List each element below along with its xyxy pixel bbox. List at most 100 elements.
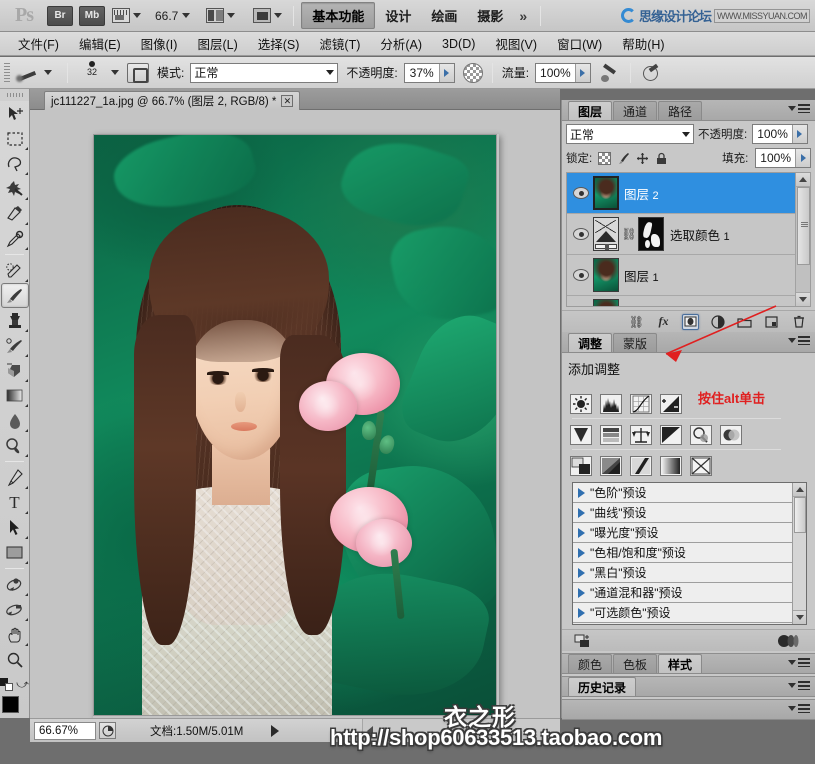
foreground-color-swatch[interactable] [1,696,19,713]
workspace-more-button[interactable]: » [513,8,533,24]
menu-file[interactable]: 文件(F) [8,32,69,55]
3d-orbit-tool[interactable] [1,597,29,622]
document-image[interactable] [93,134,497,716]
list-item[interactable]: "黑白"预设 [573,563,806,583]
levels-icon[interactable] [600,394,622,414]
layers-panel-menu-button[interactable] [788,104,810,113]
layer-mask-thumbnail[interactable] [638,217,664,251]
brush-panel-icon[interactable] [127,62,149,83]
list-item[interactable]: "可选颜色"预设 [573,603,806,623]
shape-tool[interactable] [1,540,29,565]
screen-mode-button[interactable] [251,5,284,27]
list-item[interactable]: "曲线"预设 [573,503,806,523]
workspace-tab-photography[interactable]: 摄影 [467,3,513,28]
zoom-input[interactable]: 66.67% [34,721,96,740]
close-icon[interactable]: ✕ [281,95,294,107]
flow-stepper[interactable] [574,63,590,82]
brush-preset-icon[interactable] [16,63,40,83]
photo-filter-icon[interactable] [690,425,712,445]
scroll-down-button[interactable] [793,610,806,624]
lock-image-pixels-icon[interactable] [617,152,630,165]
layer-style-icon[interactable]: fx [655,314,672,330]
new-layer-icon[interactable] [763,314,780,330]
color-panel-menu-button[interactable] [788,658,810,667]
workspace-tab-painting[interactable]: 绘画 [421,3,467,28]
adjustment-presets-list[interactable]: "色阶"预设 "曲线"预设 "曝光度"预设 "色相/饱和度"预设 "黑白"预设 … [572,482,807,625]
tab-channels[interactable]: 通道 [613,101,658,120]
layer-list-scrollbar[interactable] [795,173,810,306]
swap-colors-icon[interactable]: ⤻ [16,677,29,692]
workspace-tab-essentials[interactable]: 基本功能 [301,2,376,29]
opacity-input[interactable]: 37% [403,62,455,83]
tab-layers[interactable]: 图层 [568,101,613,120]
history-brush-tool[interactable] [1,333,29,358]
menu-3d[interactable]: 3D(D) [432,35,485,53]
layer-thumbnail[interactable] [593,299,619,306]
arrange-documents-button[interactable] [204,5,237,27]
quick-selection-tool[interactable] [1,176,29,201]
layer-opacity-input[interactable]: 100% [752,124,808,144]
menu-image[interactable]: 图像(I) [131,32,188,55]
type-tool[interactable]: T [1,490,29,515]
presets-scrollbar[interactable] [792,483,806,624]
lock-all-icon[interactable] [655,152,668,165]
workspace-tab-design[interactable]: 设计 [375,3,421,28]
toggle-layer-visibility-icon[interactable] [777,634,803,648]
layer-fill-input[interactable]: 100% [755,148,811,168]
spot-healing-brush-tool[interactable] [1,258,29,283]
add-layer-mask-icon[interactable] [682,313,699,330]
menu-analysis[interactable]: 分析(A) [370,32,432,55]
opacity-stepper[interactable] [438,63,454,82]
layer-visibility-toggle[interactable] [569,269,593,281]
layer-opacity-stepper[interactable] [791,125,807,143]
default-colors-icon[interactable] [0,678,13,691]
scroll-up-button[interactable] [796,173,810,187]
scrollbar-thumb[interactable] [797,187,810,265]
posterize-icon[interactable] [600,456,622,476]
black-white-icon[interactable] [660,425,682,445]
invert-icon[interactable] [570,456,592,476]
scrollbar-th444umb[interactable] [794,497,806,533]
scroll-down-button[interactable] [796,292,810,306]
vibrance-icon[interactable] [570,425,592,445]
lasso-tool[interactable] [1,151,29,176]
layer-fill-stepper[interactable] [795,149,810,167]
chevron-down-icon[interactable] [111,70,119,75]
eyedropper-tool[interactable] [1,226,29,251]
layer-blend-mode-select[interactable]: 正常 [566,124,694,144]
menu-edit[interactable]: 编辑(E) [69,32,131,55]
curves-icon[interactable] [630,394,652,414]
3d-rotate-tool[interactable] [1,572,29,597]
list-item[interactable]: "色阶"预设 [573,483,806,503]
layer-name[interactable]: 背景 [624,307,649,308]
tab-paths[interactable]: 路径 [658,101,703,120]
link-mask-icon[interactable]: ⛓ [621,224,636,244]
history-panel-menu-button[interactable] [788,681,810,690]
tablet-pressure-opacity-icon[interactable] [462,62,483,83]
menu-window[interactable]: 窗口(W) [547,32,612,55]
lock-transparent-pixels-icon[interactable] [598,151,612,165]
layer-thumbnail[interactable] [593,176,619,210]
blend-mode-select[interactable]: 正常 [190,62,339,83]
bridge-button[interactable]: Br [47,5,73,26]
blur-tool[interactable] [1,408,29,433]
eraser-tool[interactable] [1,358,29,383]
table-row[interactable]: 图层 1 [567,255,810,296]
flow-input[interactable]: 100% [535,62,591,83]
delete-layer-icon[interactable] [790,314,807,330]
gradient-map-icon[interactable] [660,456,682,476]
airbrush-icon[interactable] [599,63,621,83]
layer-name[interactable]: 选取颜色 1 [670,225,730,244]
tab-swatches[interactable]: 色板 [613,654,658,673]
brush-tool[interactable] [0,283,29,308]
tab-styles[interactable]: 样式 [658,654,703,673]
chevron-down-icon[interactable] [44,70,52,75]
scroll-up-button[interactable] [793,483,806,497]
document-tab[interactable]: jc111227_1a.jpg @ 66.7% (图层 2, RGB/8) * … [44,91,301,110]
zoom-tool[interactable] [1,647,29,672]
layer-thumbnail[interactable] [593,258,619,292]
horizontal-scrollbar[interactable] [362,719,560,743]
tools-panel-grip[interactable] [0,89,29,101]
table-row[interactable]: 图层 2 [567,173,810,214]
menu-view[interactable]: 视图(V) [485,32,547,55]
